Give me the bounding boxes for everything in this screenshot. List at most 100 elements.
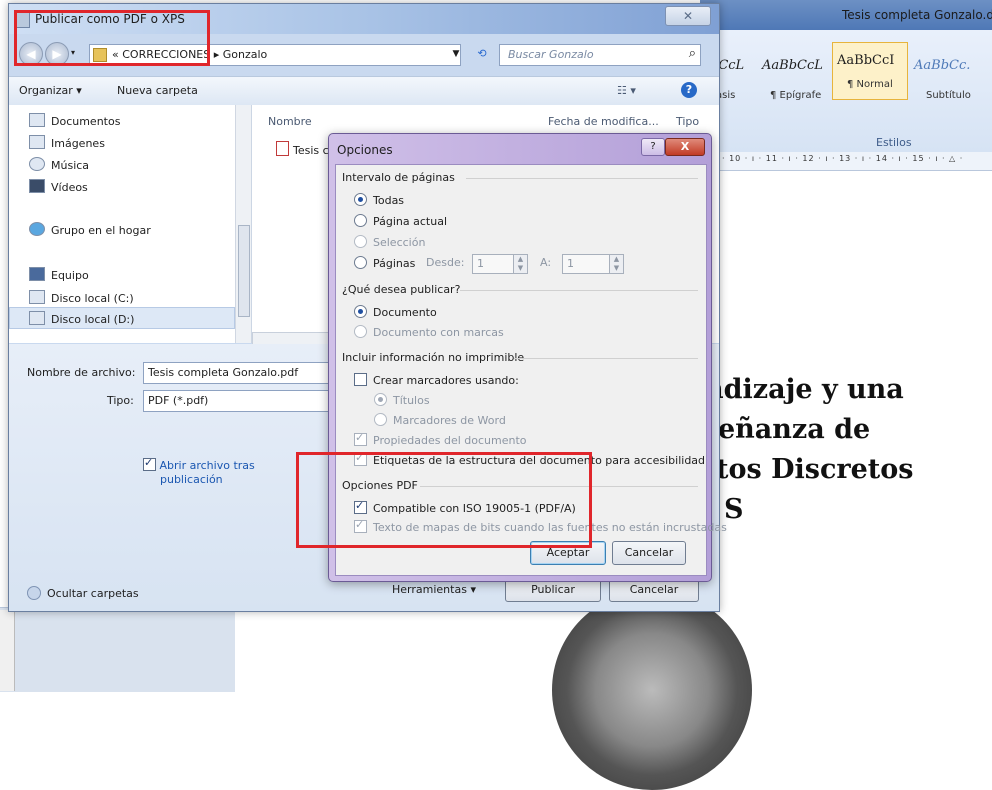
style-name: ¶ Epígrafe: [770, 90, 822, 101]
style-normal[interactable]: AaBbCcI ¶ Normal: [832, 42, 908, 100]
new-folder-button[interactable]: Nueva carpeta: [117, 84, 198, 97]
vertical-ruler: [0, 610, 15, 691]
column-name[interactable]: Nombre: [268, 115, 312, 128]
open-after-checkbox[interactable]: Abrir archivo tras publicación: [143, 456, 255, 487]
radio-label: Títulos: [393, 394, 430, 407]
open-after-check[interactable]: [143, 456, 156, 471]
style-subtitulo[interactable]: AaBbCc. Subtítulo: [912, 46, 984, 128]
check-box: [354, 373, 367, 386]
help-button[interactable]: ?: [641, 138, 665, 156]
checkbox-bookmarks[interactable]: Crear marcadores usando:: [354, 373, 519, 387]
search-placeholder: Buscar Gonzalo: [508, 48, 594, 61]
nav-item-videos[interactable]: Vídeos: [29, 179, 88, 197]
university-seal-image: [552, 590, 752, 790]
style-name: Subtítulo: [926, 90, 971, 101]
close-button[interactable]: ✕: [665, 6, 711, 26]
nav-item-equipo[interactable]: Equipo: [29, 267, 89, 285]
scroll-thumb[interactable]: [238, 225, 250, 317]
radio-label: Página actual: [373, 215, 447, 228]
nav-label: Equipo: [51, 269, 89, 282]
nav-label: Documentos: [51, 115, 121, 128]
from-value: 1: [477, 257, 484, 270]
music-icon: [29, 157, 45, 171]
cancel-button[interactable]: Cancelar: [612, 541, 686, 565]
nav-item-disk-d[interactable]: Disco local (D:): [29, 311, 134, 329]
horizontal-ruler: · 10 · ı · 11 · ı · 12 · ı · 13 · ı · 14…: [700, 152, 992, 171]
style-sample: AaBbCcL: [762, 58, 823, 73]
filename-value: Tesis completa Gonzalo.pdf: [148, 366, 299, 379]
radio-document[interactable]: Documento: [354, 305, 437, 319]
radio-word-bookmarks: Marcadores de Word: [374, 413, 506, 427]
organize-button[interactable]: Organizar ▾: [19, 84, 82, 97]
videos-icon: [29, 179, 45, 193]
close-button[interactable]: X: [665, 138, 705, 156]
from-stepper[interactable]: 1 ▲ ▼: [472, 254, 528, 274]
chevron-down-icon[interactable]: ▼: [449, 44, 463, 64]
hide-folders-button[interactable]: Ocultar carpetas: [27, 586, 139, 600]
style-name: ¶ Normal: [847, 79, 893, 90]
ruler-ticks: · 10 · ı · 11 · ı · 12 · ı · 13 · ı · 14…: [722, 154, 964, 163]
help-icon[interactable]: ?: [681, 82, 697, 98]
heading-line: tos Discretos: [716, 454, 914, 485]
style-epigrafe[interactable]: AaBbCcL ¶ Epígrafe: [758, 46, 830, 128]
list-item[interactable]: Tesis c: [276, 141, 329, 157]
word-titlebar: Tesis completa Gonzalo.doc: [700, 0, 992, 30]
nav-item-disk-c[interactable]: Disco local (C:): [29, 290, 134, 308]
document-left-margin: [0, 607, 235, 692]
checkbox-label: Propiedades del documento: [373, 434, 527, 447]
highlight-box-iso: [296, 452, 592, 548]
open-after-label: Abrir archivo tras: [159, 459, 255, 472]
nav-item-documentos[interactable]: Documentos: [29, 113, 120, 131]
type-value: PDF (*.pdf): [148, 394, 209, 407]
column-date[interactable]: Fecha de modifica...: [548, 115, 659, 128]
computer-icon: [29, 267, 45, 281]
radio-dot: [354, 256, 367, 269]
radio-dot: [374, 413, 387, 426]
radio-current-page[interactable]: Página actual: [354, 214, 447, 228]
navigation-pane: Documentos Imágenes Música Vídeos Grupo …: [9, 105, 252, 343]
disk-c-icon: [29, 290, 45, 304]
nav-item-homegroup[interactable]: Grupo en el hogar: [29, 222, 151, 240]
nav-item-imagenes[interactable]: Imágenes: [29, 135, 105, 153]
checkbox-properties: Propiedades del documento: [354, 431, 527, 447]
radio-all-pages[interactable]: Todas: [354, 193, 404, 207]
radio-headings: Títulos: [374, 393, 430, 407]
word-ribbon: bCcL asis AaBbCcL ¶ Epígrafe AaBbCcI ¶ N…: [700, 30, 992, 153]
filename-label: Nombre de archivo:: [27, 366, 136, 379]
to-stepper[interactable]: 1 ▲ ▼: [562, 254, 624, 274]
radio-dot: [354, 214, 367, 227]
divider: [514, 358, 698, 359]
to-label: A:: [540, 256, 552, 269]
pdf-file-icon: [276, 141, 289, 156]
search-input[interactable]: Buscar Gonzalo ⌕: [499, 44, 701, 66]
nav-item-musica[interactable]: Música: [29, 157, 89, 175]
refresh-icon[interactable]: ⟲: [471, 44, 493, 64]
style-sample: AaBbCcI: [837, 53, 895, 68]
nav-label: Vídeos: [51, 181, 88, 194]
type-select[interactable]: PDF (*.pdf): [143, 390, 333, 412]
disk-d-icon: [29, 311, 45, 325]
options-title: Opciones: [337, 143, 393, 157]
heading-line: S: [724, 494, 744, 525]
pictures-icon: [29, 135, 45, 149]
radio-selection: Selección: [354, 235, 425, 249]
view-options-icon[interactable]: ☷ ▾: [617, 84, 636, 97]
homegroup-icon: [29, 222, 45, 236]
dialog-toolbar: Organizar ▾ Nueva carpeta ☷ ▾ ?: [9, 76, 719, 106]
nav-label: Imágenes: [51, 137, 105, 150]
divider: [460, 290, 698, 291]
scrollbar[interactable]: [235, 105, 251, 343]
radio-dot: [354, 325, 367, 338]
radio-pages[interactable]: Páginas: [354, 256, 415, 270]
open-after-label-2: publicación: [160, 473, 223, 486]
column-type[interactable]: Tipo: [676, 115, 699, 128]
nav-label: Grupo en el hogar: [51, 224, 151, 237]
style-sample: AaBbCc.: [914, 58, 971, 73]
highlight-box-title: [14, 10, 210, 66]
stepper-arrows-icon[interactable]: ▲ ▼: [609, 255, 623, 273]
filename-field[interactable]: Tesis completa Gonzalo.pdf: [143, 362, 333, 384]
collapse-icon: [27, 586, 41, 600]
stepper-arrows-icon[interactable]: ▲ ▼: [513, 255, 527, 273]
radio-label: Documento con marcas: [373, 326, 504, 339]
styles-group-label: Estilos: [876, 136, 912, 149]
